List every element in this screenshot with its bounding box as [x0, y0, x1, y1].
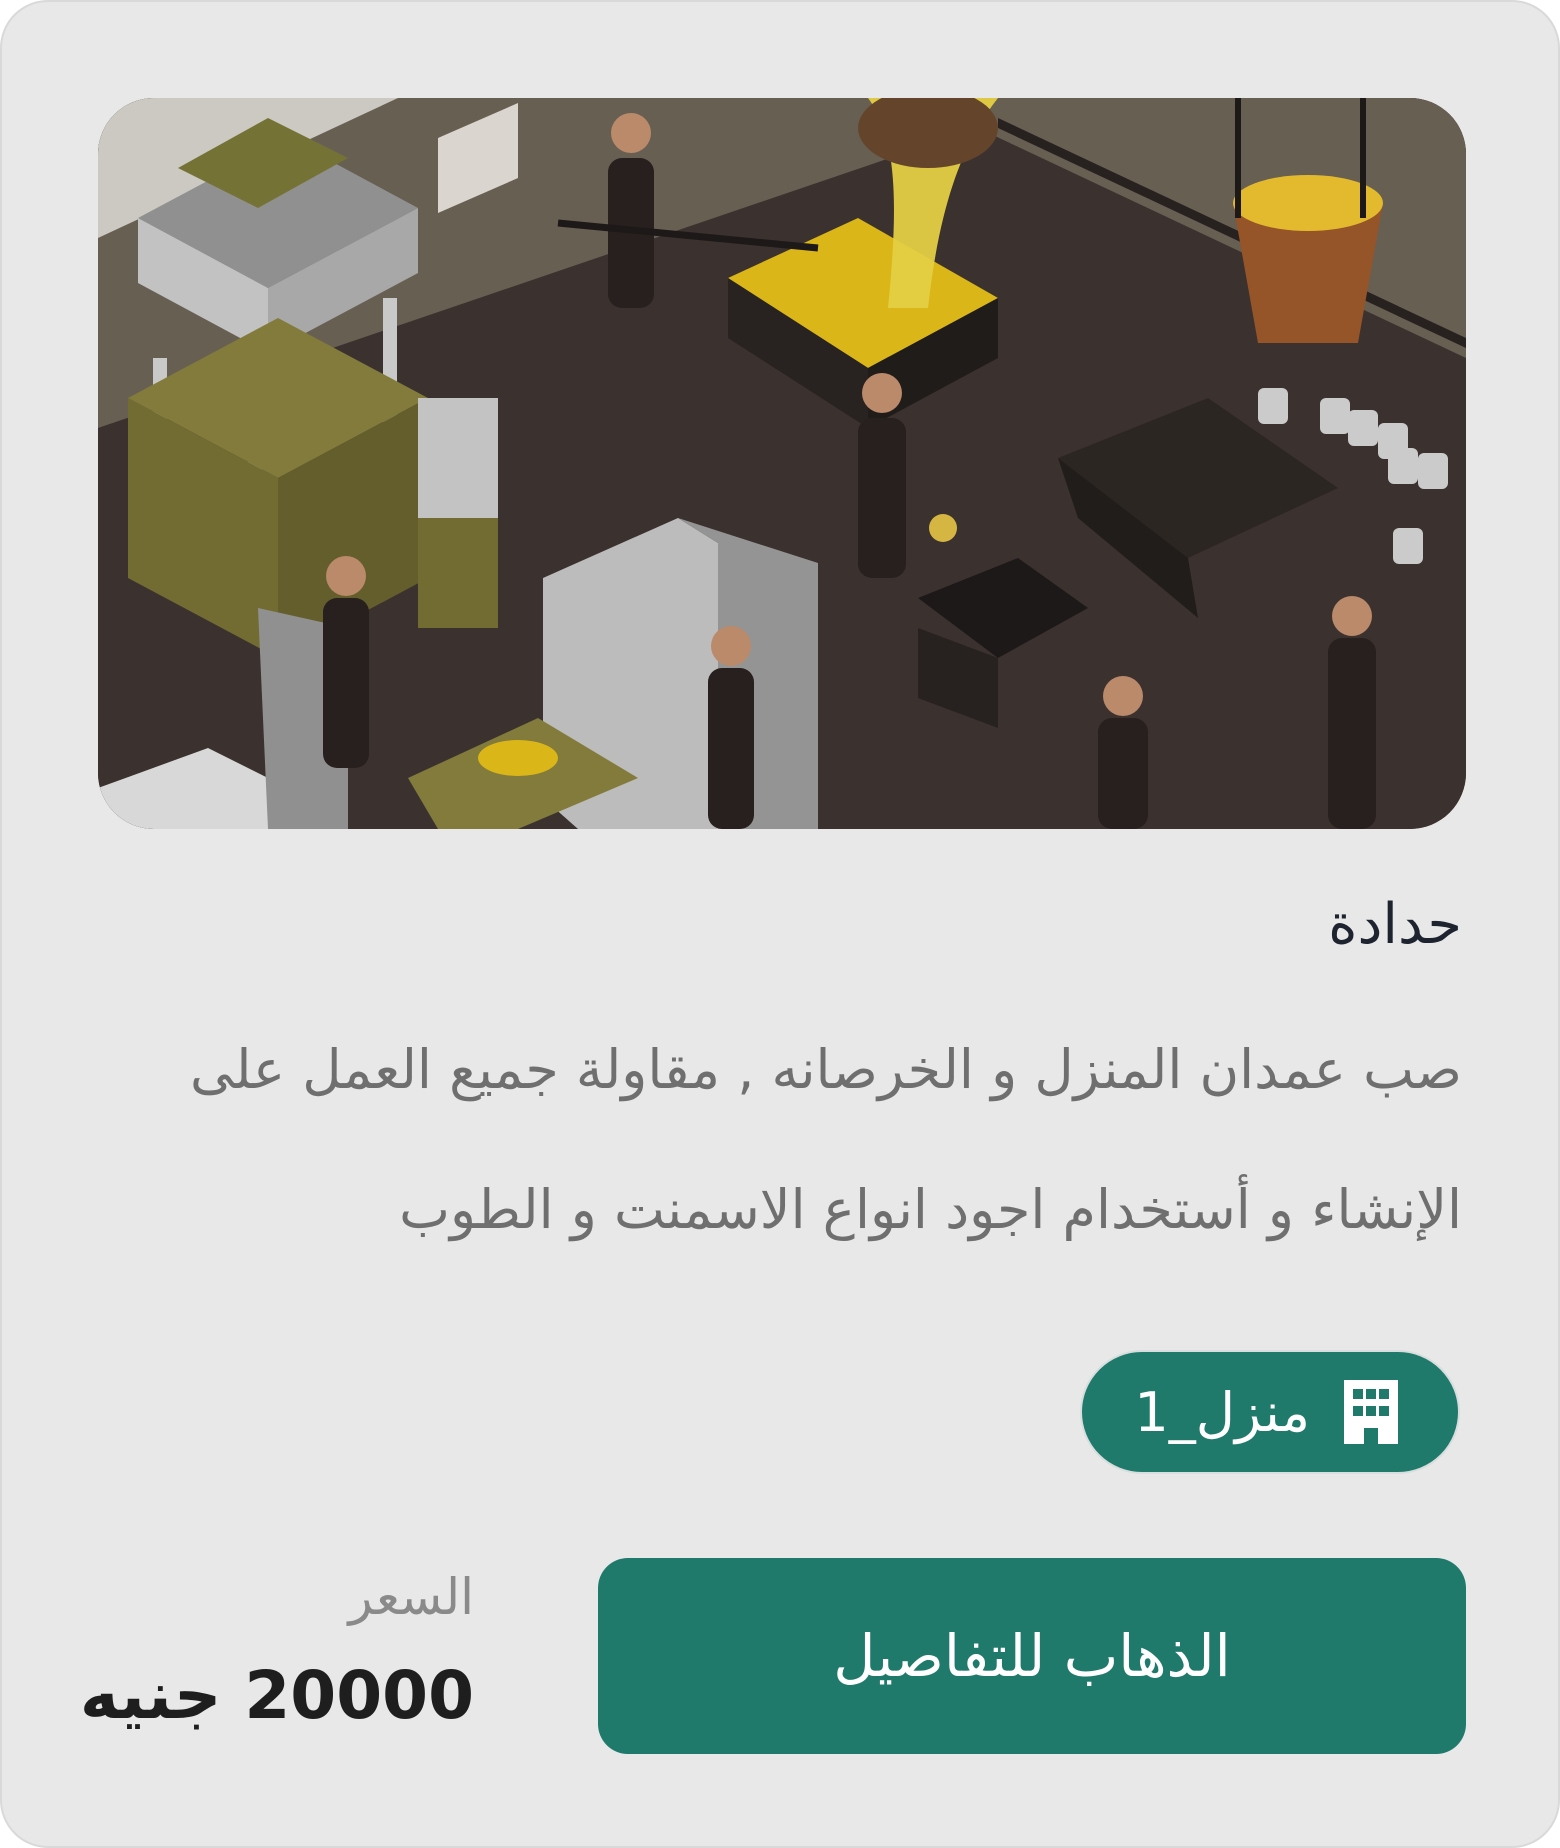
details-button[interactable]: الذهاب للتفاصيل: [598, 1558, 1466, 1754]
price-value: 20000 جنيه: [79, 1657, 474, 1734]
building-icon: [1344, 1380, 1398, 1444]
service-title: حدادة: [1328, 892, 1462, 957]
service-card: حدادة صب عمدان المنزل و الخرصانه , مقاول…: [0, 0, 1560, 1848]
category-tag-label: 1_منزل: [1134, 1380, 1310, 1444]
category-tag[interactable]: 1_منزل: [1080, 1350, 1460, 1474]
price-label: السعر: [348, 1568, 474, 1626]
service-description: صب عمدان المنزل و الخرصانه , مقاولة جميع…: [190, 1038, 1462, 1241]
service-image: [98, 98, 1466, 829]
